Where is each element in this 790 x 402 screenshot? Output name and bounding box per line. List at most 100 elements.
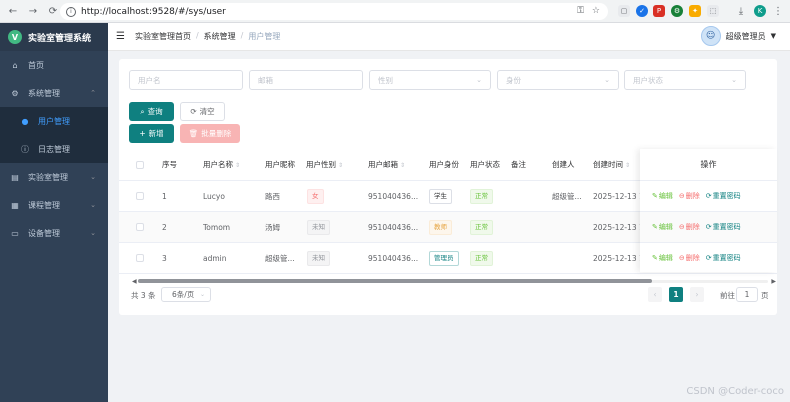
reset-label: 重置密码: [712, 253, 741, 262]
row-checkbox[interactable]: [136, 192, 144, 200]
star-icon[interactable]: ☆: [592, 6, 600, 16]
refresh-icon: ⟳: [705, 223, 712, 231]
sidebar-item-users[interactable]: ● 用户管理: [0, 107, 108, 135]
extension-pdf-icon[interactable]: P: [653, 5, 665, 17]
add-button[interactable]: + 新增: [129, 124, 174, 143]
extension-gear-icon[interactable]: ⚙: [671, 5, 683, 17]
sidebar: V 实验室管理系统 ⌂ 首页 ⚙ 系统管理 ⌃ ● 用户管理 ⓘ 日志管理 ▤ …: [0, 23, 108, 402]
user-menu[interactable]: ☺ 超级管理员 ▼: [700, 26, 776, 46]
row-creator: 超级管...: [552, 191, 582, 201]
page-number-current[interactable]: 1: [669, 287, 683, 302]
row-name: admin: [203, 253, 227, 263]
status-select[interactable]: 用户状态 ⌄: [624, 70, 746, 90]
col-created[interactable]: 创建时间 ⇕: [593, 159, 630, 170]
breadcrumb-item[interactable]: 系统管理: [204, 31, 236, 42]
role-tag: 教师: [429, 219, 452, 235]
sort-icon[interactable]: ⇕: [625, 162, 630, 169]
row-checkbox[interactable]: [136, 254, 144, 262]
horizontal-scrollbar[interactable]: ◀ ▶: [132, 278, 776, 285]
batch-delete-button[interactable]: 🗑 批量删除: [180, 124, 240, 143]
chevron-down-icon: ⌄: [199, 291, 205, 298]
sidebar-item-logs[interactable]: ⓘ 日志管理: [0, 135, 108, 163]
scroll-right-icon[interactable]: ▶: [771, 278, 776, 285]
chevron-down-icon: ⌄: [90, 173, 96, 181]
col-remark: 备注: [511, 160, 526, 169]
col-index: 序号: [162, 160, 177, 169]
plus-icon: +: [139, 129, 146, 138]
row-actions: ✎ 编辑 ⊖ 删除 ⟳ 重置密码: [640, 181, 777, 212]
email-input[interactable]: 邮箱: [249, 70, 363, 90]
extension-check-icon[interactable]: ✓: [636, 5, 648, 17]
app-logo[interactable]: V 实验室管理系统: [0, 23, 108, 51]
reset-password-button[interactable]: ⟳ 重置密码: [706, 191, 741, 201]
sort-icon[interactable]: ⇕: [235, 162, 240, 169]
col-gender-label: 用户性别: [306, 160, 336, 169]
col-email[interactable]: 用户邮箱 ⇕: [368, 159, 405, 170]
row-actions: ✎ 编辑 ⊖ 删除 ⟳ 重置密码: [640, 243, 777, 272]
goto-suffix: 页: [761, 291, 769, 300]
refresh-icon: ⟳: [705, 253, 712, 262]
select-all-checkbox[interactable]: [136, 160, 144, 169]
extension-icon[interactable]: ▢: [618, 5, 630, 17]
goto-page-input[interactable]: 1: [736, 287, 758, 302]
delete-button[interactable]: ⊖ 删除: [679, 191, 700, 201]
breadcrumb-item[interactable]: 实验室管理首页: [135, 31, 191, 42]
edit-label: 编辑: [658, 223, 673, 231]
address-bar[interactable]: i http://localhost:9528/#/sys/user ⚿ ☆: [60, 3, 608, 20]
sidebar-item-label: 系统管理: [28, 88, 60, 98]
key-icon[interactable]: ⚿: [577, 6, 584, 16]
scrollbar-thumb[interactable]: [138, 279, 652, 283]
sidebar-item-devices[interactable]: ▭ 设备管理 ⌄: [0, 219, 108, 247]
edit-label: 编辑: [658, 192, 673, 200]
edit-button[interactable]: ✎ 编辑: [652, 253, 673, 263]
reset-label: 重置密码: [712, 192, 741, 200]
hamburger-icon[interactable]: ☰: [116, 31, 125, 42]
avatar[interactable]: ☺: [700, 26, 721, 46]
next-page-button[interactable]: ›: [690, 287, 704, 302]
row-created: 2025-12-13 1...: [593, 253, 641, 263]
row-checkbox[interactable]: [136, 223, 144, 231]
site-info-icon[interactable]: i: [66, 6, 76, 17]
download-icon[interactable]: ⤓: [735, 5, 747, 17]
role-select[interactable]: 身份 ⌄: [497, 70, 619, 90]
app-title: 实验室管理系统: [28, 33, 92, 44]
sidebar-item-system[interactable]: ⚙ 系统管理 ⌃: [0, 79, 108, 107]
search-icon: ⌕: [140, 106, 145, 116]
username-input[interactable]: 用户名: [129, 70, 243, 90]
building-icon: ▤: [11, 172, 19, 182]
delete-icon: ⊖: [678, 223, 685, 231]
delete-button[interactable]: ⊖ 删除: [679, 253, 700, 263]
sidebar-item-label: 课程管理: [28, 200, 60, 210]
sidebar-item-courses[interactable]: ▦ 课程管理 ⌄: [0, 191, 108, 219]
sidebar-item-labs[interactable]: ▤ 实验室管理 ⌄: [0, 163, 108, 191]
menu-kebab-icon[interactable]: ⋮: [772, 5, 784, 17]
browser-toolbar: ← → ⟳ i http://localhost:9528/#/sys/user…: [0, 0, 790, 23]
total-count: 共 3 条: [131, 291, 156, 300]
col-name[interactable]: 用户名称 ⇕: [203, 159, 240, 170]
edit-button[interactable]: ✎ 编辑: [652, 222, 673, 232]
page-size-select[interactable]: 6条/页 ⌄: [161, 287, 211, 302]
clear-button[interactable]: ⟳ 清空: [180, 102, 225, 121]
sort-icon[interactable]: ⇕: [338, 162, 343, 169]
extension-light-icon[interactable]: ✦: [689, 5, 701, 17]
edit-button[interactable]: ✎ 编辑: [652, 191, 673, 201]
goto-prefix: 前往: [720, 291, 735, 300]
forward-icon[interactable]: →: [26, 4, 40, 18]
prev-page-button[interactable]: ‹: [648, 287, 662, 302]
search-button[interactable]: ⌕ 查询: [129, 102, 174, 121]
profile-avatar[interactable]: K: [754, 5, 766, 17]
scroll-left-icon[interactable]: ◀: [132, 278, 137, 285]
chevron-down-icon: ⌄: [90, 201, 96, 209]
col-gender[interactable]: 用户性别 ⇕: [306, 159, 343, 170]
reset-password-button[interactable]: ⟳ 重置密码: [706, 222, 741, 232]
extensions-puzzle-icon[interactable]: ⬚: [707, 5, 719, 17]
delete-button[interactable]: ⊖ 删除: [679, 222, 700, 232]
row-nickname: 路西: [265, 191, 280, 201]
back-icon[interactable]: ←: [6, 4, 20, 18]
col-nickname: 用户昵称: [265, 160, 295, 169]
sort-icon[interactable]: ⇕: [400, 162, 405, 169]
sidebar-item-home[interactable]: ⌂ 首页: [0, 51, 108, 79]
reset-password-button[interactable]: ⟳ 重置密码: [706, 253, 741, 263]
reload-icon[interactable]: ⟳: [46, 4, 60, 18]
gender-select[interactable]: 性别 ⌄: [369, 70, 491, 90]
